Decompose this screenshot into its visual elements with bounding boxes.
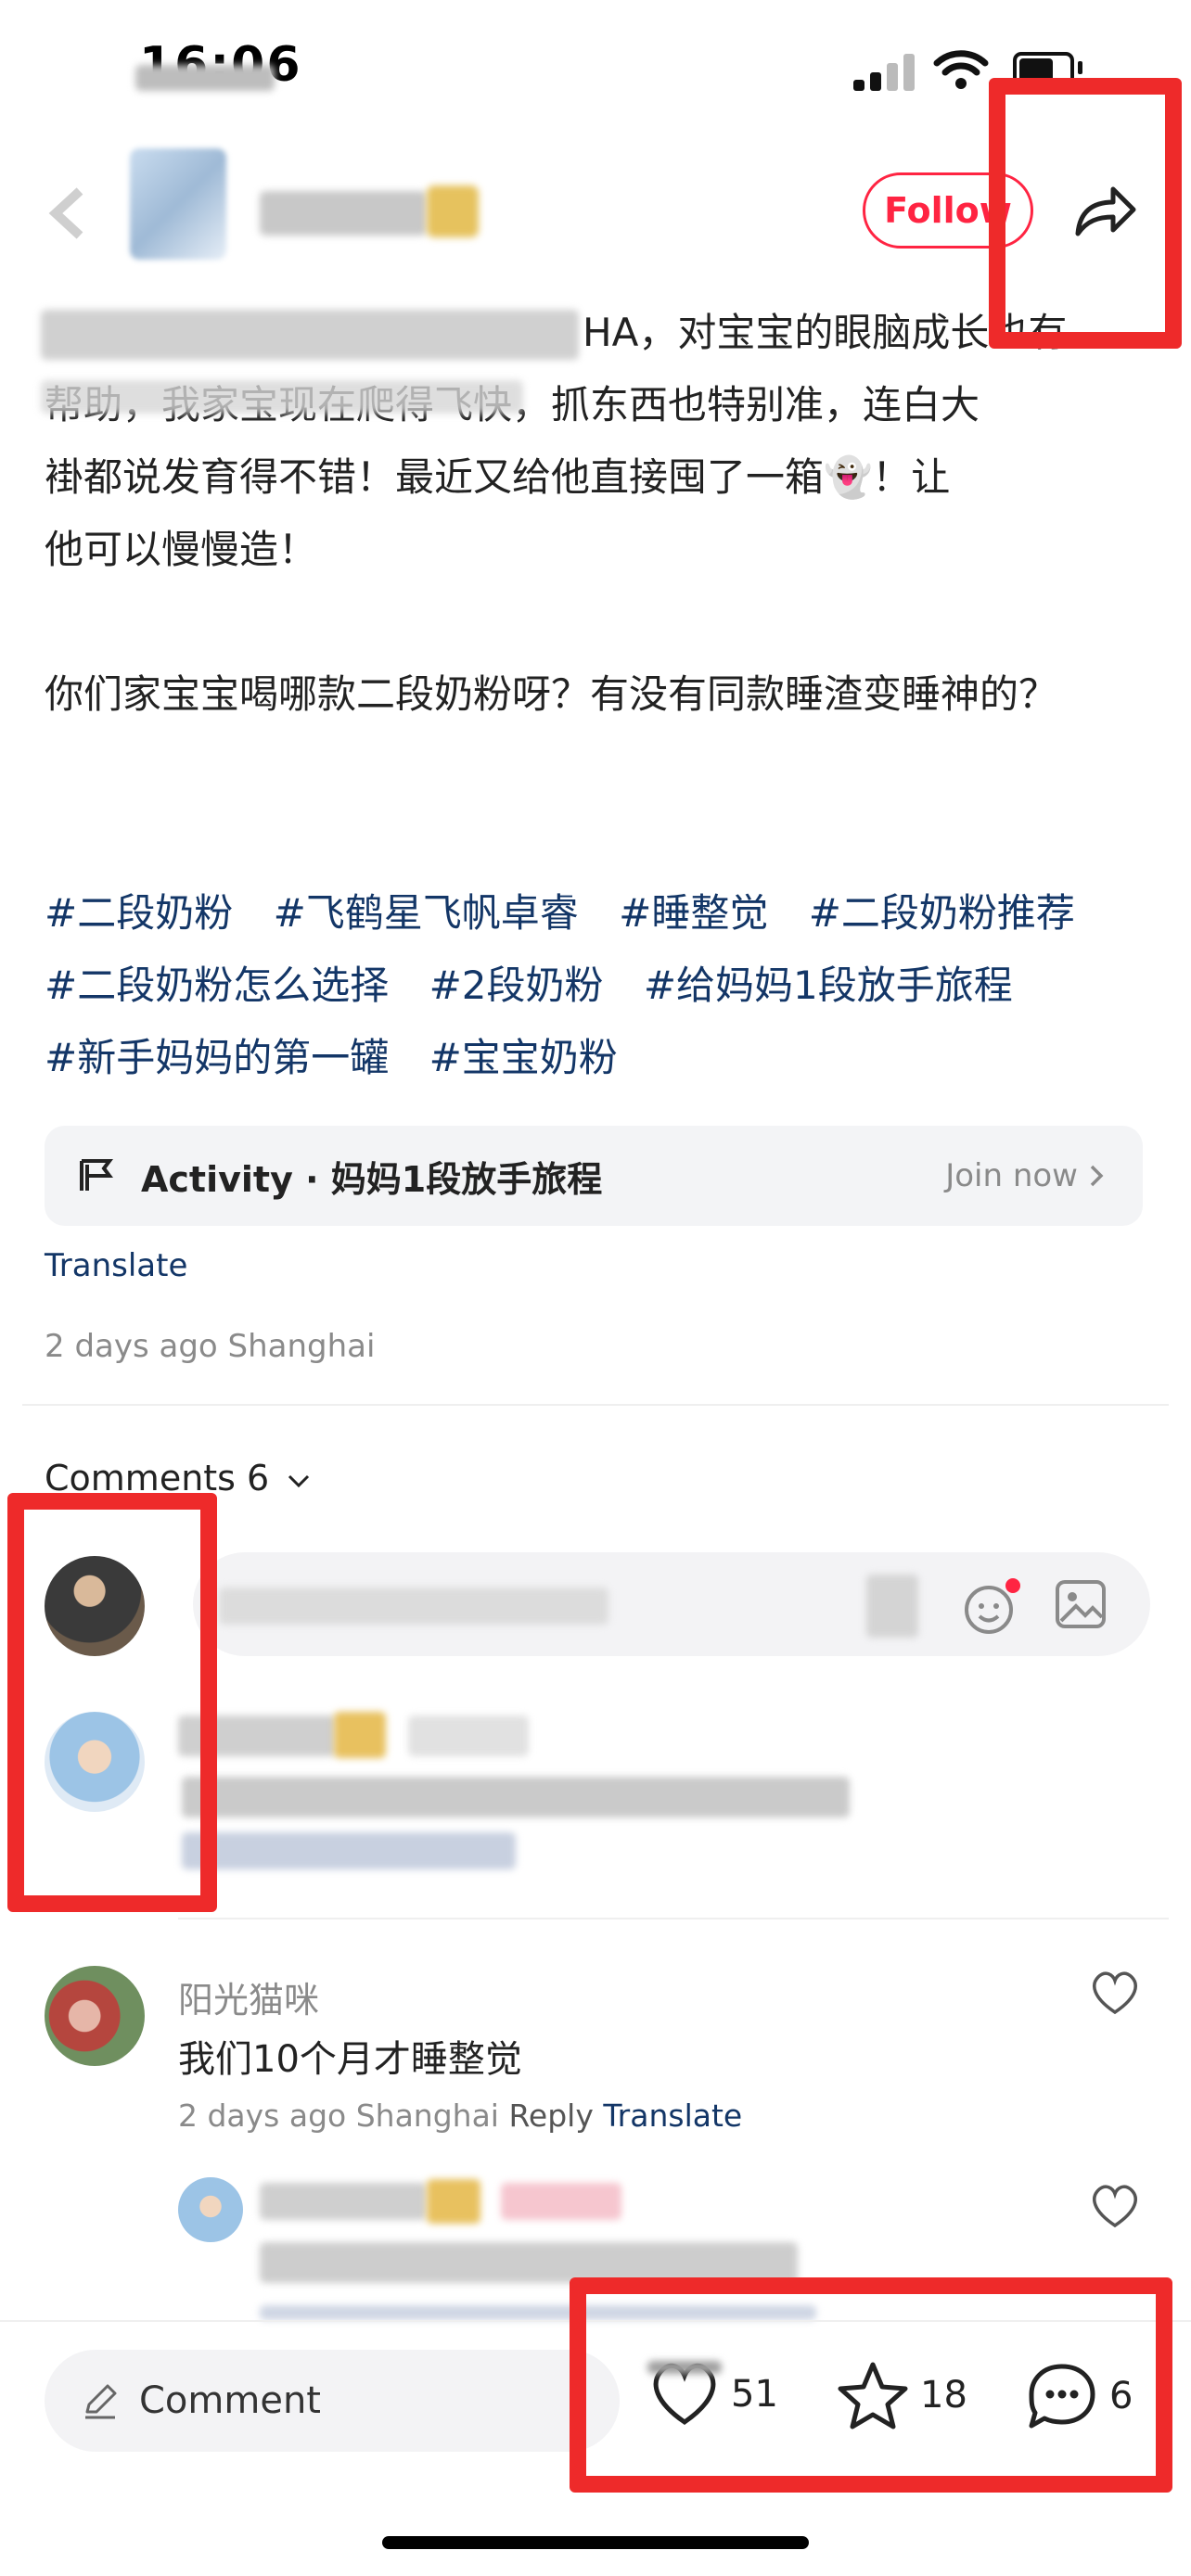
reply-avatar[interactable]	[178, 2177, 243, 2242]
battery-icon	[1013, 52, 1074, 89]
like-blur	[647, 2361, 722, 2374]
commenter-tag	[408, 1715, 529, 1756]
comments-count-label: Comments 6	[45, 1458, 270, 1498]
reply-button[interactable]: Reply	[508, 2098, 593, 2134]
follow-button[interactable]: Follow	[863, 172, 1033, 249]
author-badge-icon	[427, 185, 479, 237]
cellular-signal-icon	[853, 54, 918, 91]
post-meta: 2 days ago Shanghai	[45, 1328, 376, 1365]
emoji-icon[interactable]	[961, 1573, 1022, 1638]
bottom-separator	[0, 2320, 1191, 2322]
battery-cap	[1078, 61, 1082, 74]
comment-text-blur	[182, 1777, 850, 1817]
comment-like-icon[interactable]	[1089, 1970, 1141, 2016]
comment-time: 2 days ago Shanghai	[178, 2098, 499, 2134]
comment-meta: 2 days ago Shanghai Reply Translate	[178, 2098, 742, 2134]
comment-text: 我们10个月才睡整觉	[178, 2038, 522, 2081]
hashtag[interactable]: #二段奶粉	[45, 877, 233, 950]
comment-translate-link[interactable]: Translate	[603, 2098, 742, 2134]
commenter-name	[178, 1715, 336, 1756]
hashtag[interactable]: #新手妈妈的第一罐	[45, 1022, 389, 1094]
translate-link[interactable]: Translate	[45, 1247, 187, 1284]
post-paragraph-2: 你们家宝宝喝哪款二段奶粉呀？有没有同款睡渣变睡神的？	[45, 671, 1058, 717]
reply-tag	[501, 2183, 621, 2220]
activity-join-link[interactable]: Join now	[945, 1157, 1078, 1194]
chevron-right-icon	[1090, 1165, 1104, 1187]
reply-name	[260, 2183, 427, 2220]
post-line-3: 褂都说发育得不错！最近又给他直接囤了一箱👻！让	[45, 454, 951, 500]
author-avatar[interactable]	[130, 148, 226, 260]
comments-button[interactable]: 6	[1026, 2361, 1133, 2431]
commenter-name[interactable]: 阳光猫咪	[178, 1971, 319, 2022]
post-line-1: HA，对宝宝的眼脑成长也有	[583, 310, 1068, 355]
comment-count: 6	[1109, 2375, 1133, 2417]
activity-title: Activity · 妈妈1段放手旅程	[141, 1158, 603, 1200]
time-blur	[135, 65, 275, 91]
pencil-icon	[85, 2384, 117, 2419]
commenter-avatar[interactable]	[45, 1966, 145, 2066]
hashtag-list: #二段奶粉 #飞鹤星飞帆卓睿 #睡整觉 #二段奶粉推荐 #二段奶粉怎么选择 #2…	[45, 877, 1148, 1094]
reply-text-blur	[260, 2242, 798, 2283]
hashtag[interactable]: #给妈妈1段放手旅程	[644, 950, 1013, 1022]
wifi-icon	[933, 50, 989, 89]
post-text: HA，对宝宝的眼脑成长也有 帮助，我家宝现在爬得飞快，抓东西也特别准，连白大 褂…	[45, 297, 1148, 731]
share-icon[interactable]	[1072, 182, 1139, 241]
current-user-avatar	[45, 1556, 145, 1656]
activity-card[interactable]: Activity · 妈妈1段放手旅程 Join now	[45, 1126, 1143, 1226]
hashtag[interactable]: #二段奶粉推荐	[809, 877, 1075, 950]
comment-meta-blur	[182, 1832, 516, 1869]
reply-like-icon[interactable]	[1089, 2183, 1141, 2229]
comments-header[interactable]: Comments 6	[45, 1458, 312, 1498]
hashtag[interactable]: #二段奶粉怎么选择	[45, 950, 389, 1022]
comment-bar-input[interactable]: Comment	[45, 2350, 620, 2452]
divider	[22, 1404, 1169, 1406]
chevron-down-icon	[288, 1474, 310, 1488]
like-count: 51	[731, 2373, 778, 2416]
activity-flag-icon	[80, 1159, 113, 1191]
reply-badge-icon	[427, 2179, 480, 2224]
comment-input-blur	[219, 1588, 608, 1625]
favorite-count: 18	[920, 2374, 967, 2417]
author-name[interactable]	[260, 191, 427, 236]
mention-icon-blur	[866, 1575, 918, 1638]
reply-meta-blur	[260, 2305, 816, 2320]
commenter-avatar[interactable]	[45, 1712, 145, 1812]
hashtag[interactable]: #宝宝奶粉	[429, 1022, 618, 1094]
hashtag[interactable]: #2段奶粉	[429, 950, 604, 1022]
commenter-badge-icon	[334, 1712, 386, 1758]
favorite-button[interactable]: 18	[837, 2361, 967, 2429]
post-line2-blur	[41, 380, 523, 414]
comment-divider	[178, 1918, 1169, 1919]
back-icon[interactable]	[45, 184, 91, 243]
home-indicator	[382, 2536, 809, 2549]
hashtag[interactable]: #睡整觉	[619, 877, 768, 950]
post-line-4: 他可以慢慢造！	[45, 527, 318, 572]
comment-placeholder: Comment	[139, 2379, 321, 2422]
star-icon	[838, 2362, 908, 2429]
image-icon[interactable]	[1054, 1578, 1109, 1630]
comment-bubble-icon	[1029, 2364, 1095, 2429]
hashtag[interactable]: #飞鹤星飞帆卓睿	[274, 877, 579, 950]
